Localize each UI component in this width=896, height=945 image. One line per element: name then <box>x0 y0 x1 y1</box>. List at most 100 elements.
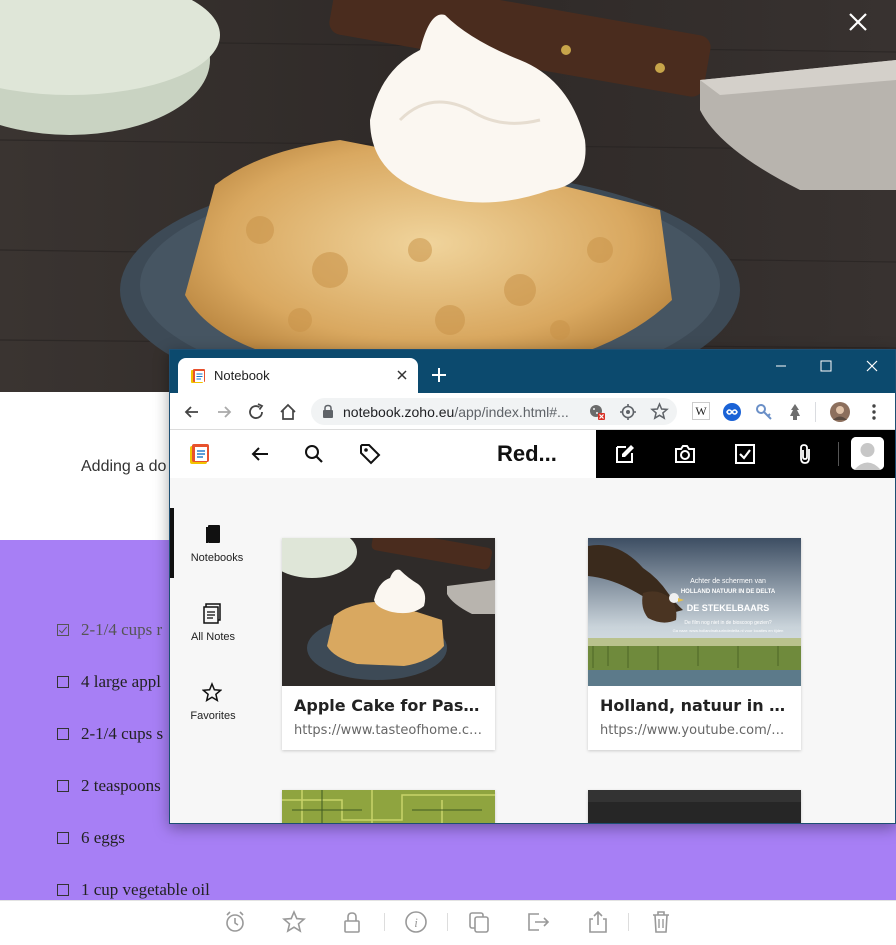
note-card-title: Apple Cake for Passo... <box>294 696 486 715</box>
wikipedia-extension-icon[interactable]: W <box>692 402 712 422</box>
notebook-header: Red... <box>170 430 596 478</box>
browser-toolbar: notebook.zoho.eu/app/index.html#... W <box>170 393 895 430</box>
checkbox[interactable] <box>57 780 69 792</box>
lock-icon[interactable] <box>339 909 365 935</box>
back-icon[interactable] <box>182 402 202 422</box>
apple-cake-thumbnail <box>282 538 495 686</box>
toolbar-divider <box>815 402 816 422</box>
sidebar-item-all-notes[interactable]: All Notes <box>170 587 258 657</box>
ingredient-text: 2-1/4 cups r <box>81 620 163 639</box>
notebook-logo-icon[interactable] <box>188 442 212 466</box>
note-create-toolbar <box>596 430 895 478</box>
ingredient-item[interactable]: 2-1/4 cups s <box>57 723 163 745</box>
thumb-line-2: HOLLAND NATUUR IN DE DELTA <box>681 589 776 595</box>
thumb-line-1: Achter de schermen van <box>690 578 766 585</box>
note-card[interactable]: Apple Cake for Passo... https://www.tast… <box>282 538 495 750</box>
checkbox[interactable] <box>57 676 69 688</box>
info-icon[interactable]: i <box>403 909 429 935</box>
sidebar-item-favorites[interactable]: Favorites <box>170 666 258 736</box>
map-thumbnail <box>282 790 495 823</box>
ingredient-item[interactable]: 2-1/4 cups r <box>57 619 162 641</box>
maximize-icon[interactable] <box>804 352 848 380</box>
new-tab-icon[interactable] <box>428 364 450 386</box>
note-card-partial[interactable] <box>282 790 495 823</box>
checkbox-checked[interactable] <box>57 624 69 636</box>
dark-thumbnail <box>588 790 801 823</box>
note-card-url: https://www.tasteofhome.co... <box>294 723 486 738</box>
note-card-url: https://www.youtube.com/w... <box>600 723 792 738</box>
search-icon[interactable] <box>302 442 326 466</box>
ingredient-item[interactable]: 1 cup vegetable oil <box>57 879 210 901</box>
eagle-video-thumbnail: Achter de schermen van HOLLAND NATUUR IN… <box>588 538 801 686</box>
reload-icon[interactable] <box>246 402 266 422</box>
camera-icon[interactable] <box>673 442 697 466</box>
new-text-note-icon[interactable] <box>613 442 637 466</box>
checkbox[interactable] <box>57 884 69 896</box>
share-icon[interactable] <box>585 909 611 935</box>
sidebar-item-notebooks[interactable]: Notebooks <box>170 508 258 578</box>
note-card-thumbnail: Achter de schermen van HOLLAND NATUUR IN… <box>588 538 801 686</box>
checkbox[interactable] <box>57 832 69 844</box>
note-card-title: Holland, natuur in de ... <box>600 696 792 715</box>
location-target-icon[interactable] <box>619 403 637 421</box>
move-icon[interactable] <box>525 909 551 935</box>
thumb-line-3: DE STEKELBAARS <box>687 603 770 613</box>
divider <box>447 913 448 931</box>
ingredient-text: 6 eggs <box>81 828 125 847</box>
all-notes-icon <box>203 603 221 624</box>
extension-figure-icon[interactable] <box>785 402 805 422</box>
tab-title: Notebook <box>214 368 270 383</box>
forward-icon[interactable] <box>214 402 234 422</box>
hero-photo <box>0 0 896 392</box>
copy-icon[interactable] <box>466 909 492 935</box>
url-text: notebook.zoho.eu/app/index.html#... <box>343 404 569 420</box>
home-icon[interactable] <box>278 402 298 422</box>
url-path: /app/index.html#... <box>454 404 569 420</box>
sidebar-label: Favorites <box>190 710 236 722</box>
alarm-icon[interactable] <box>222 909 248 935</box>
ingredient-text: 2-1/4 cups s <box>81 724 164 743</box>
notebook-sidebar: Notebooks All Notes Favorites <box>170 478 258 823</box>
address-bar[interactable]: notebook.zoho.eu/app/index.html#... <box>311 398 677 425</box>
tab-notebook[interactable]: Notebook <box>178 358 418 393</box>
notebook-icon <box>206 525 220 543</box>
profile-avatar-icon[interactable] <box>829 401 851 423</box>
window-close-icon[interactable] <box>850 352 894 380</box>
trash-icon[interactable] <box>648 909 674 935</box>
back-arrow-icon[interactable] <box>248 442 272 466</box>
divider <box>384 913 385 931</box>
user-avatar[interactable] <box>851 437 884 470</box>
notebook-favicon-icon <box>191 369 205 383</box>
menu-kebab-icon[interactable] <box>864 402 884 422</box>
url-host: notebook.zoho.eu <box>343 404 455 420</box>
screen: Adding a do 2-1/4 cups r 4 large appl 2-… <box>0 0 896 945</box>
tag-icon[interactable] <box>358 442 382 466</box>
thumb-line-4: De film nog niet in de bioscoop gezien? <box>684 620 771 626</box>
note-card-partial[interactable] <box>588 790 801 823</box>
apple-cake-photo <box>0 0 896 392</box>
wikipedia-glyph: W <box>692 402 710 420</box>
note-card-thumbnail <box>282 538 495 686</box>
ingredient-item[interactable]: 2 teaspoons <box>57 775 161 797</box>
star-icon[interactable] <box>281 909 307 935</box>
ingredient-text: 1 cup vegetable oil <box>81 880 210 899</box>
notes-grid: Apple Cake for Passo... https://www.tast… <box>258 478 895 823</box>
ingredient-text: 2 teaspoons <box>81 776 161 795</box>
blocked-cookies-icon[interactable] <box>588 403 606 421</box>
bookmark-star-icon[interactable] <box>650 402 669 421</box>
lock-icon[interactable] <box>321 404 335 419</box>
sidebar-label: All Notes <box>190 631 236 643</box>
key-extension-icon[interactable] <box>754 402 774 422</box>
attachment-icon[interactable] <box>793 442 817 466</box>
minimize-icon[interactable] <box>760 352 804 380</box>
notebook-title[interactable]: Red... <box>497 441 557 467</box>
thumb-line-5: Ga naar: www.hollandnatuurindedelta.nl v… <box>673 628 784 633</box>
infinity-extension-icon[interactable] <box>722 402 742 422</box>
ingredient-item[interactable]: 4 large appl <box>57 671 161 693</box>
tab-close-icon[interactable] <box>393 366 411 384</box>
checkbox[interactable] <box>57 728 69 740</box>
checklist-icon[interactable] <box>733 442 757 466</box>
close-icon[interactable] <box>844 8 872 36</box>
ingredient-item[interactable]: 6 eggs <box>57 827 125 849</box>
note-card[interactable]: Achter de schermen van HOLLAND NATUUR IN… <box>588 538 801 750</box>
